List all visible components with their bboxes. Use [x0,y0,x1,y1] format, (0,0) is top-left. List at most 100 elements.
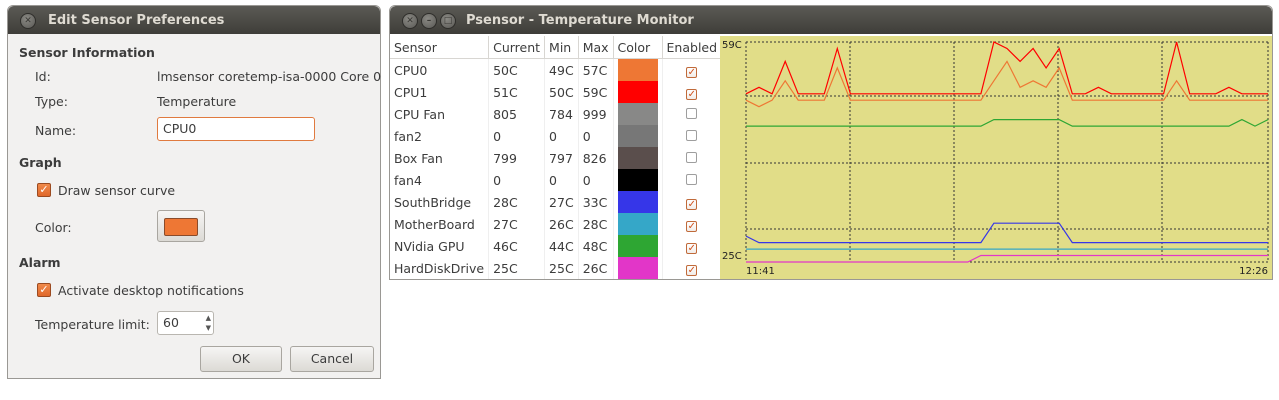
color-cell[interactable] [613,125,663,147]
table-row[interactable]: Box Fan 799 797 826 [390,147,723,169]
sensor-name: MotherBoard [390,213,490,235]
column-header-max[interactable]: Max [578,36,614,59]
min-value: 26C [544,213,579,235]
column-header-min[interactable]: Min [544,36,579,59]
min-value: 50C [544,81,579,103]
color-cell[interactable] [613,257,663,279]
min-value: 25C [544,257,579,279]
sensor-name: SouthBridge [390,191,490,213]
enabled-checkbox[interactable]: ✓ [686,88,698,100]
enabled-checkbox[interactable]: ✓ [686,66,698,78]
sensor-name: CPU Fan [390,103,490,125]
table-row[interactable]: CPU Fan 805 784 999 [390,103,723,125]
color-swatch [617,59,658,81]
temp-limit-spinbox[interactable]: 60 ▲ ▼ [157,311,214,335]
color-swatch [617,213,658,235]
draw-curve-checkbox[interactable]: ✓ [37,183,51,197]
enabled-checkbox[interactable]: ✓ [686,198,698,210]
sensor-name: Box Fan [390,147,490,169]
color-picker-button[interactable] [157,210,205,242]
color-swatch [617,125,658,147]
notifications-checkbox[interactable]: ✓ [37,283,51,297]
sensor-name: NVidia GPU [390,235,490,257]
enabled-checkbox[interactable] [686,173,698,185]
color-cell[interactable] [613,235,663,257]
color-cell[interactable] [613,103,663,125]
min-value: 49C [544,58,579,81]
enabled-cell [662,169,723,191]
max-value: 999 [578,103,614,125]
current-value: 46C [488,235,546,257]
enabled-checkbox[interactable]: ✓ [686,242,698,254]
cancel-button[interactable]: Cancel [290,346,374,372]
column-header-color[interactable]: Color [613,36,663,59]
table-row[interactable]: CPU0 50C 49C 57C ✓ [390,58,723,81]
dialog-titlebar: ✕ Edit Sensor Preferences [8,6,380,34]
psensor-title: Psensor - Temperature Monitor [466,13,694,28]
max-value: 57C [578,58,614,81]
column-header-enabled[interactable]: Enabled [662,36,723,59]
enabled-cell: ✓ [662,235,723,257]
ok-button[interactable]: OK [200,346,282,372]
spin-arrows-icon[interactable]: ▲ ▼ [206,313,211,333]
minimize-icon[interactable]: – [421,13,437,29]
enabled-cell: ✓ [662,257,723,279]
current-value: 0 [488,125,546,147]
enabled-checkbox[interactable]: ✓ [686,264,698,276]
current-value: 25C [488,257,546,279]
max-value: 28C [578,213,614,235]
color-swatch [617,257,658,279]
enabled-checkbox[interactable]: ✓ [686,220,698,232]
color-cell[interactable] [613,191,663,213]
name-field[interactable]: CPU0 [157,117,315,141]
min-value: 797 [544,147,579,169]
enabled-cell: ✓ [662,58,723,81]
column-header-sensor[interactable]: Sensor [390,36,490,59]
table-row[interactable]: fan4 0 0 0 [390,169,723,191]
sensor-table: Sensor Current Min Max Color Enabled CPU0 50C 4… [390,36,723,279]
color-cell[interactable] [613,213,663,235]
y-max-label: 59C [722,40,742,51]
table-row[interactable]: MotherBoard 27C 26C 28C ✓ [390,213,723,235]
color-swatch [617,191,658,213]
current-value: 27C [488,213,546,235]
column-header-current[interactable]: Current [488,36,546,59]
enabled-checkbox[interactable] [686,129,698,141]
edit-sensor-preferences-dialog: ✕ Edit Sensor Preferences Sensor Informa… [7,5,381,379]
maximize-icon[interactable]: □ [440,13,456,29]
sensor-table-body: CPU0 50C 49C 57C ✓ CPU1 51C 50C 59C ✓ CPU Fan 805 78… [390,58,723,279]
max-value: 26C [578,257,614,279]
color-swatch [617,169,658,191]
sensor-name: fan2 [390,125,490,147]
table-row[interactable]: CPU1 51C 50C 59C ✓ [390,81,723,103]
type-value: Temperature [157,94,237,109]
color-cell[interactable] [613,81,663,103]
table-row[interactable]: SouthBridge 28C 27C 33C ✓ [390,191,723,213]
close-icon[interactable]: ✕ [402,13,418,29]
max-value: 0 [578,169,614,191]
psensor-titlebar: ✕ – □ Psensor - Temperature Monitor [390,6,1272,34]
psensor-window: ✕ – □ Psensor - Temperature Monitor Sens… [389,5,1273,280]
id-label: Id: [35,69,51,84]
color-cell[interactable] [613,169,663,191]
series-line-cpu0 [745,60,1268,108]
table-row[interactable]: fan2 0 0 0 [390,125,723,147]
enabled-checkbox[interactable] [686,151,698,163]
enabled-cell: ✓ [662,81,723,103]
max-value: 59C [578,81,614,103]
series-line-nvidia-gpu [746,118,1269,127]
color-cell[interactable] [613,58,663,81]
type-label: Type: [35,94,68,109]
min-value: 784 [544,103,579,125]
table-row[interactable]: HardDiskDrive 25C 25C 26C ✓ [390,257,723,279]
min-value: 27C [544,191,579,213]
current-value: 805 [488,103,546,125]
enabled-checkbox[interactable] [686,107,698,119]
section-alarm: Alarm [19,255,61,270]
close-icon[interactable]: ✕ [20,13,36,29]
max-value: 33C [578,191,614,213]
color-cell[interactable] [613,147,663,169]
table-row[interactable]: NVidia GPU 46C 44C 48C ✓ [390,235,723,257]
temp-limit-label: Temperature limit: [35,317,150,332]
enabled-cell [662,147,723,169]
